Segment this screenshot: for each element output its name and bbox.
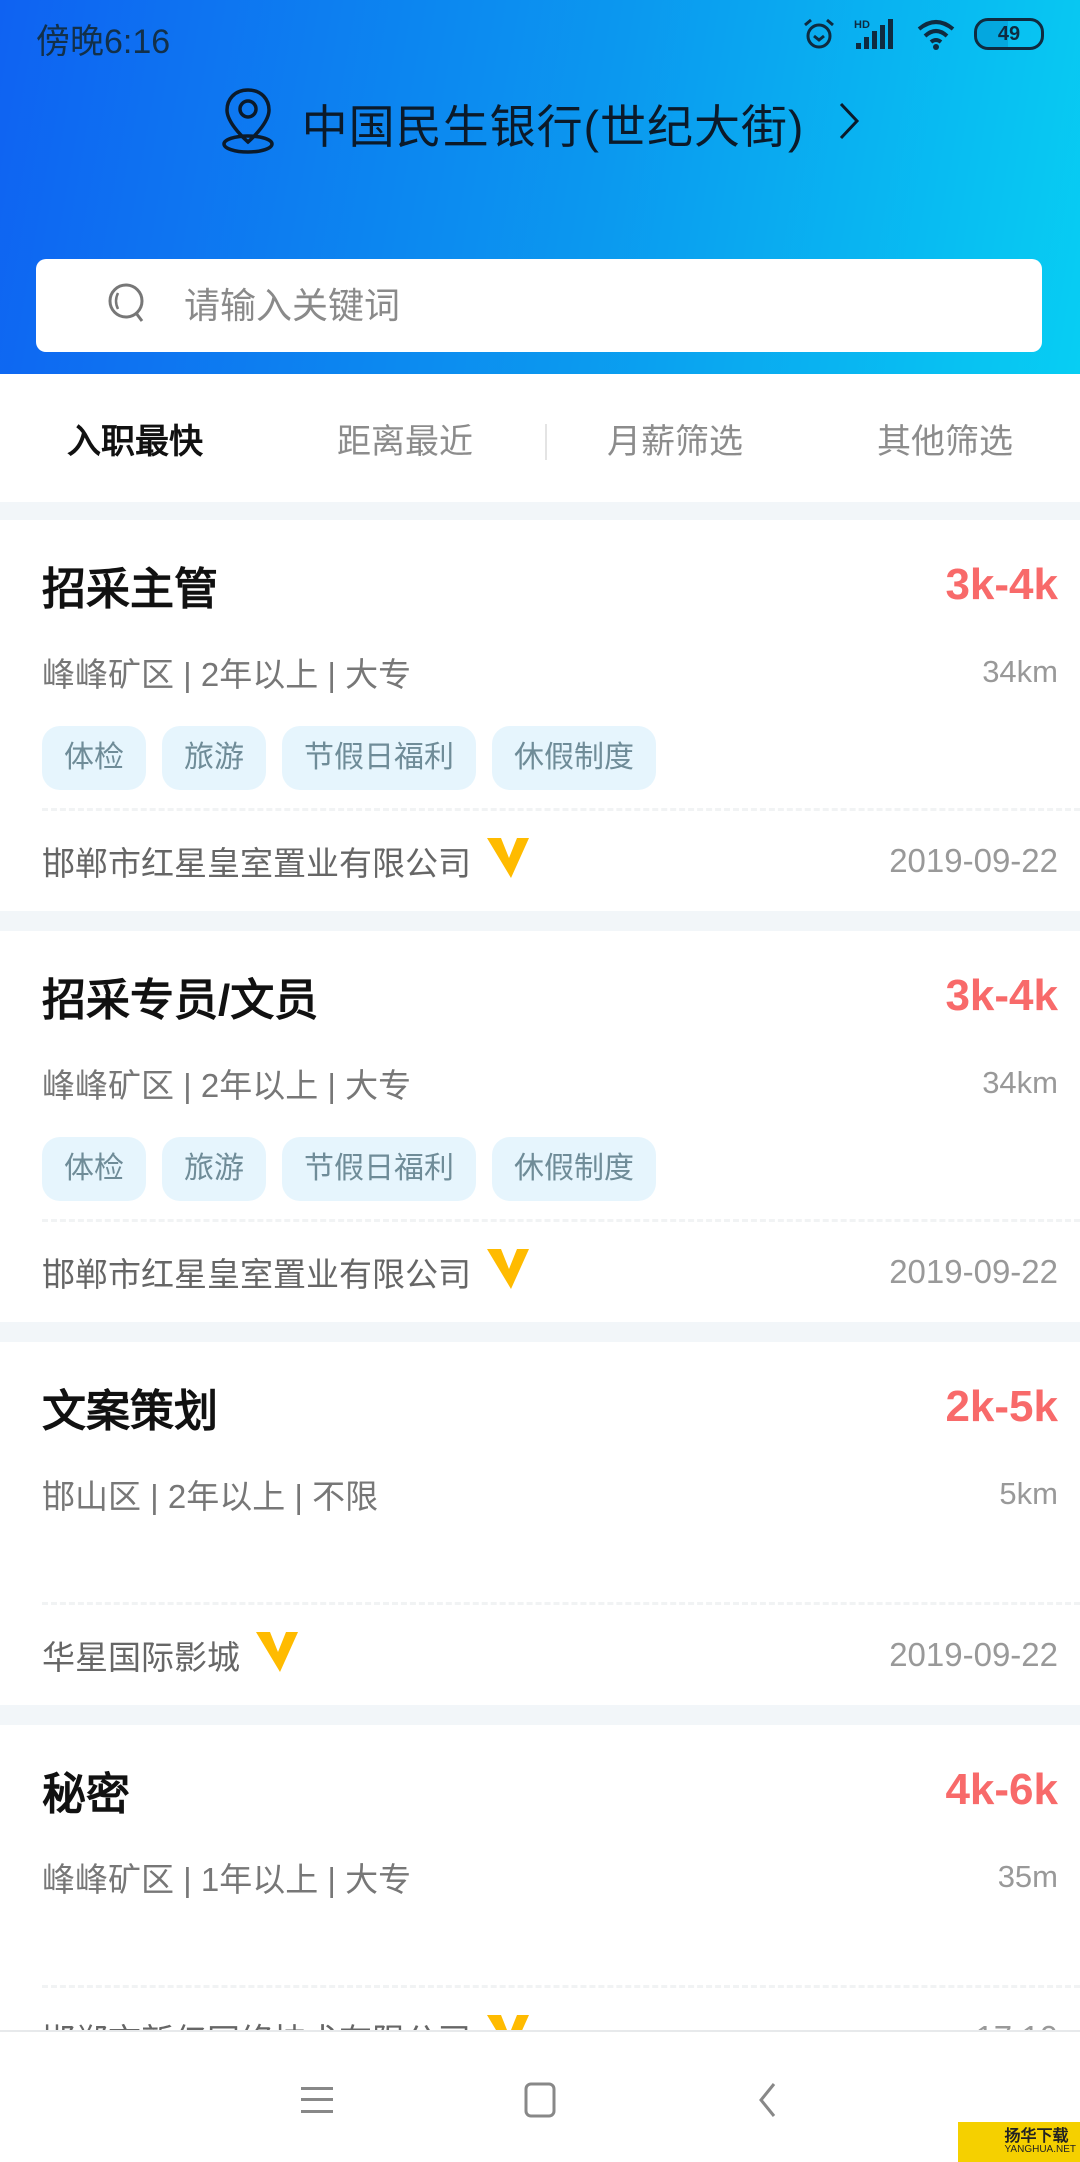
job-salary: 4k-6k bbox=[945, 1765, 1058, 1814]
battery-level: 49 bbox=[997, 22, 1021, 45]
svg-text:HD: HD bbox=[854, 19, 870, 31]
job-title: 招采主管 bbox=[42, 565, 218, 614]
benefit-tag: 休假制度 bbox=[492, 726, 656, 790]
menu-icon[interactable] bbox=[287, 2070, 347, 2130]
job-meta: 峰峰矿区 | 2年以上 | 大专 bbox=[42, 656, 412, 693]
job-title: 文案策划 bbox=[42, 1387, 218, 1436]
status-bar: 傍晚6:16 HD 49 bbox=[0, 0, 1080, 66]
benefit-tag: 体检 bbox=[42, 1137, 146, 1201]
job-distance: 5km bbox=[999, 1476, 1058, 1511]
battery-icon: 49 bbox=[974, 18, 1044, 50]
job-tags: 体检 旅游 节假日福利 休假制度 bbox=[0, 726, 1080, 790]
post-date: 2019-09-22 bbox=[889, 1636, 1058, 1673]
status-icons: HD 49 bbox=[802, 14, 1044, 54]
job-meta: 峰峰矿区 | 1年以上 | 大专 bbox=[42, 1861, 412, 1898]
search-icon bbox=[106, 281, 150, 330]
job-distance: 34km bbox=[982, 1065, 1058, 1100]
job-title: 秘密 bbox=[42, 1770, 130, 1819]
job-list: 招采主管 3k-4k 峰峰矿区 | 2年以上 | 大专 34km 体检 旅游 节… bbox=[0, 520, 1080, 2108]
tab-salary-filter[interactable]: 月薪筛选 bbox=[540, 414, 810, 463]
tab-divider bbox=[545, 424, 547, 460]
watermark-en: YANGHUA.NET bbox=[1004, 2144, 1077, 2155]
job-card[interactable]: 文案策划 2k-5k 邯山区 | 2年以上 | 不限 5km 华星国际影城 20… bbox=[0, 1342, 1080, 1705]
job-title: 招采专员/文员 bbox=[42, 976, 319, 1025]
location-selector[interactable]: 中国民生银行(世纪大街) bbox=[0, 86, 1080, 161]
job-card[interactable]: 招采专员/文员 3k-4k 峰峰矿区 | 2年以上 | 大专 34km 体检 旅… bbox=[0, 931, 1080, 1322]
job-salary: 2k-5k bbox=[945, 1382, 1058, 1431]
header: 傍晚6:16 HD 49 中国民生银行(世纪大街) bbox=[0, 0, 1080, 374]
search-input[interactable] bbox=[182, 283, 986, 328]
filter-tabs: 入职最快 距离最近 月薪筛选 其他筛选 bbox=[0, 374, 1080, 502]
location-text[interactable]: 中国民生银行(世纪大街) bbox=[302, 91, 805, 157]
verified-badge-icon bbox=[254, 1628, 300, 1682]
job-tags: 体检 旅游 节假日福利 休假制度 bbox=[0, 1137, 1080, 1201]
job-distance: 34km bbox=[982, 654, 1058, 689]
post-date: 2019-09-22 bbox=[889, 842, 1058, 879]
home-icon[interactable] bbox=[510, 2070, 570, 2130]
job-meta: 峰峰矿区 | 2年以上 | 大专 bbox=[42, 1067, 412, 1104]
tab-other-filter[interactable]: 其他筛选 bbox=[810, 414, 1080, 463]
chevron-right-icon[interactable] bbox=[838, 101, 860, 146]
job-salary: 3k-4k bbox=[945, 971, 1058, 1020]
company-name-text: 华星国际影城 bbox=[42, 1639, 240, 1676]
search-bar[interactable] bbox=[36, 259, 1042, 352]
company-name: 邯郸市红星皇室置业有限公司 bbox=[42, 1245, 531, 1299]
job-card[interactable]: 招采主管 3k-4k 峰峰矿区 | 2年以上 | 大专 34km 体检 旅游 节… bbox=[0, 520, 1080, 911]
post-date: 2019-09-22 bbox=[889, 1253, 1058, 1290]
system-nav-bar: 扬华下载 YANGHUA.NET bbox=[0, 2030, 1080, 2162]
location-pin-icon bbox=[220, 86, 276, 161]
job-distance: 35m bbox=[997, 1859, 1058, 1894]
verified-badge-icon bbox=[485, 1245, 531, 1299]
benefit-tag: 休假制度 bbox=[492, 1137, 656, 1201]
company-name: 邯郸市红星皇室置业有限公司 bbox=[42, 834, 531, 888]
back-icon[interactable] bbox=[737, 2070, 797, 2130]
company-name-text: 邯郸市红星皇室置业有限公司 bbox=[42, 845, 471, 882]
benefit-tag: 体检 bbox=[42, 726, 146, 790]
status-time: 傍晚6:16 bbox=[36, 23, 171, 61]
alarm-icon bbox=[802, 17, 836, 51]
company-name-text: 邯郸市红星皇室置业有限公司 bbox=[42, 1256, 471, 1293]
company-name: 华星国际影城 bbox=[42, 1628, 300, 1682]
verified-badge-icon bbox=[485, 834, 531, 888]
hd-signal-icon: HD bbox=[854, 17, 898, 51]
job-salary: 3k-4k bbox=[945, 560, 1058, 609]
job-meta: 邯山区 | 2年以上 | 不限 bbox=[42, 1478, 379, 1515]
tab-nearest-distance[interactable]: 距离最近 bbox=[270, 414, 540, 463]
watermark-logo: 扬华下载 YANGHUA.NET bbox=[958, 2122, 1080, 2162]
tab-fastest-onboarding[interactable]: 入职最快 bbox=[0, 414, 270, 463]
wifi-icon bbox=[916, 18, 956, 50]
benefit-tag: 旅游 bbox=[162, 1137, 266, 1201]
watermark-cn: 扬华下载 bbox=[1004, 2128, 1069, 2145]
benefit-tag: 旅游 bbox=[162, 726, 266, 790]
benefit-tag: 节假日福利 bbox=[282, 726, 476, 790]
benefit-tag: 节假日福利 bbox=[282, 1137, 476, 1201]
